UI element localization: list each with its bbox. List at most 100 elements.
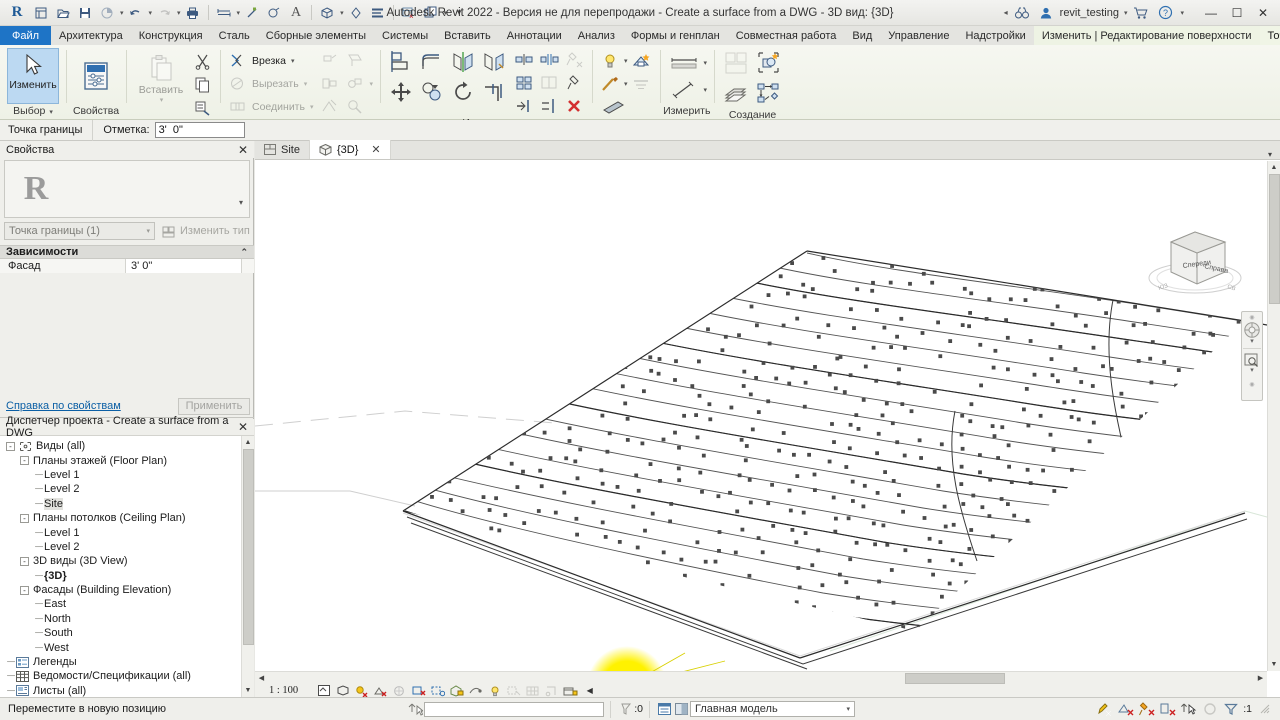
project-browser-node-label[interactable]: East <box>44 598 66 610</box>
apply-button[interactable]: Применить <box>178 397 250 415</box>
boundary-point[interactable] <box>960 323 965 327</box>
boundary-point[interactable] <box>873 622 877 627</box>
boundary-point[interactable] <box>978 470 982 475</box>
boundary-point[interactable] <box>1055 304 1060 309</box>
boundary-point[interactable] <box>1083 474 1088 478</box>
project-browser-node[interactable]: - Планы этажей (Floor Plan) <box>0 453 241 467</box>
boundary-point[interactable] <box>720 348 725 353</box>
shopping-cart-icon[interactable] <box>1131 3 1151 23</box>
switch-windows-icon[interactable] <box>421 3 441 23</box>
boundary-point[interactable] <box>754 376 758 380</box>
boundary-point[interactable] <box>766 293 771 297</box>
boundary-point[interactable] <box>600 413 605 418</box>
boundary-point[interactable] <box>882 325 887 330</box>
tab-analyze[interactable]: Анализ <box>570 26 623 45</box>
user-account-icon[interactable] <box>1036 3 1056 23</box>
boundary-point[interactable] <box>615 485 620 489</box>
unpin-icon[interactable] <box>563 49 585 70</box>
boundary-point[interactable] <box>939 442 944 447</box>
boundary-point[interactable] <box>901 509 905 514</box>
boundary-point[interactable] <box>748 500 753 505</box>
join-geometry-icon[interactable] <box>227 96 249 117</box>
boundary-point[interactable] <box>700 489 704 494</box>
boundary-point[interactable] <box>713 559 718 564</box>
boundary-point[interactable] <box>494 496 498 501</box>
boundary-point[interactable] <box>992 434 997 438</box>
project-browser-node[interactable]: ─ Ведомости/Спецификации (all) <box>0 669 241 683</box>
user-name-label[interactable]: revit_testing <box>1060 7 1119 19</box>
tab-precast[interactable]: Сборные элементы <box>258 26 374 45</box>
boundary-point[interactable] <box>883 470 887 474</box>
project-browser-node[interactable]: ─ Листы (all) <box>0 684 241 697</box>
viewport-hscroll-thumb[interactable] <box>905 673 1005 684</box>
boundary-point[interactable] <box>889 345 893 349</box>
boundary-point[interactable] <box>760 550 765 555</box>
boundary-point[interactable] <box>897 493 901 497</box>
boundary-point[interactable] <box>829 611 834 616</box>
boundary-point[interactable] <box>1049 357 1054 361</box>
text-icon[interactable]: A <box>286 3 306 23</box>
boundary-point[interactable] <box>821 256 826 260</box>
boundary-point[interactable] <box>1069 415 1074 419</box>
boundary-point[interactable] <box>787 488 792 493</box>
project-browser-node[interactable]: ─ Level 2 <box>0 540 241 554</box>
boundary-point[interactable] <box>863 364 868 369</box>
boundary-point[interactable] <box>607 431 612 436</box>
boundary-point[interactable] <box>937 466 941 471</box>
boundary-point[interactable] <box>1204 369 1209 374</box>
reveal-hidden-caret[interactable]: ▾ <box>624 57 628 65</box>
boundary-point[interactable] <box>631 504 636 509</box>
tab-annotate[interactable]: Аннотации <box>499 26 570 45</box>
boundary-point[interactable] <box>938 354 943 359</box>
boundary-point[interactable] <box>856 427 861 431</box>
boundary-point[interactable] <box>796 566 801 570</box>
boundary-point[interactable] <box>1046 509 1051 514</box>
boundary-point[interactable] <box>648 462 653 466</box>
boundary-point[interactable] <box>895 334 899 339</box>
boundary-point[interactable] <box>1150 340 1155 344</box>
boundary-point[interactable] <box>960 446 965 451</box>
elevation-input[interactable] <box>154 122 245 138</box>
boundary-point[interactable] <box>930 280 935 285</box>
project-browser-node-label[interactable]: Фасады (Building Elevation) <box>33 584 171 596</box>
boundary-point[interactable] <box>874 378 879 383</box>
boundary-point[interactable] <box>737 473 742 478</box>
boundary-point[interactable] <box>890 421 895 426</box>
boundary-point[interactable] <box>481 495 486 499</box>
boundary-point[interactable] <box>1191 331 1196 336</box>
boundary-point[interactable] <box>1079 380 1084 384</box>
reveal-hidden-icon[interactable] <box>599 50 621 71</box>
boundary-point[interactable] <box>801 282 806 287</box>
boundary-point[interactable] <box>553 510 558 515</box>
project-browser-node[interactable]: ─ West <box>0 640 241 654</box>
boundary-point[interactable] <box>748 392 753 397</box>
boundary-point[interactable] <box>889 568 894 572</box>
boundary-point[interactable] <box>620 384 625 389</box>
project-browser-node[interactable]: - Фасады (Building Elevation) <box>0 583 241 597</box>
switch-windows-dropdown-icon[interactable]: ▾ <box>444 9 448 17</box>
save-as-icon[interactable] <box>97 3 117 23</box>
exclude-options-status-icon[interactable] <box>617 702 634 717</box>
boundary-point[interactable] <box>755 323 759 328</box>
boundary-point[interactable] <box>962 286 967 291</box>
cut-profile-icon[interactable] <box>599 96 629 117</box>
boundary-point[interactable] <box>706 327 710 332</box>
boundary-point[interactable] <box>852 326 856 330</box>
boundary-point[interactable] <box>747 573 752 578</box>
boundary-point[interactable] <box>521 469 525 474</box>
exclude-pinned-icon[interactable] <box>1138 702 1155 717</box>
boundary-point[interactable] <box>1022 407 1026 412</box>
measure-dropdown-icon[interactable]: ▾ <box>237 9 241 17</box>
boundary-point[interactable] <box>650 511 655 516</box>
boundary-point[interactable] <box>790 528 795 532</box>
tab-architecture[interactable]: Архитектура <box>51 26 131 45</box>
boundary-point[interactable] <box>862 483 867 488</box>
tab-boundary-point[interactable]: Точка границы <box>1259 26 1280 45</box>
boundary-point[interactable] <box>969 291 974 296</box>
undo-icon[interactable] <box>126 3 146 23</box>
boundary-point[interactable] <box>674 359 678 364</box>
project-browser-node-label[interactable]: Ведомости/Спецификации (all) <box>33 670 191 682</box>
boundary-point[interactable] <box>875 308 879 312</box>
boundary-point[interactable] <box>803 380 808 385</box>
edit-type-button[interactable]: Изменить тип <box>158 222 250 240</box>
